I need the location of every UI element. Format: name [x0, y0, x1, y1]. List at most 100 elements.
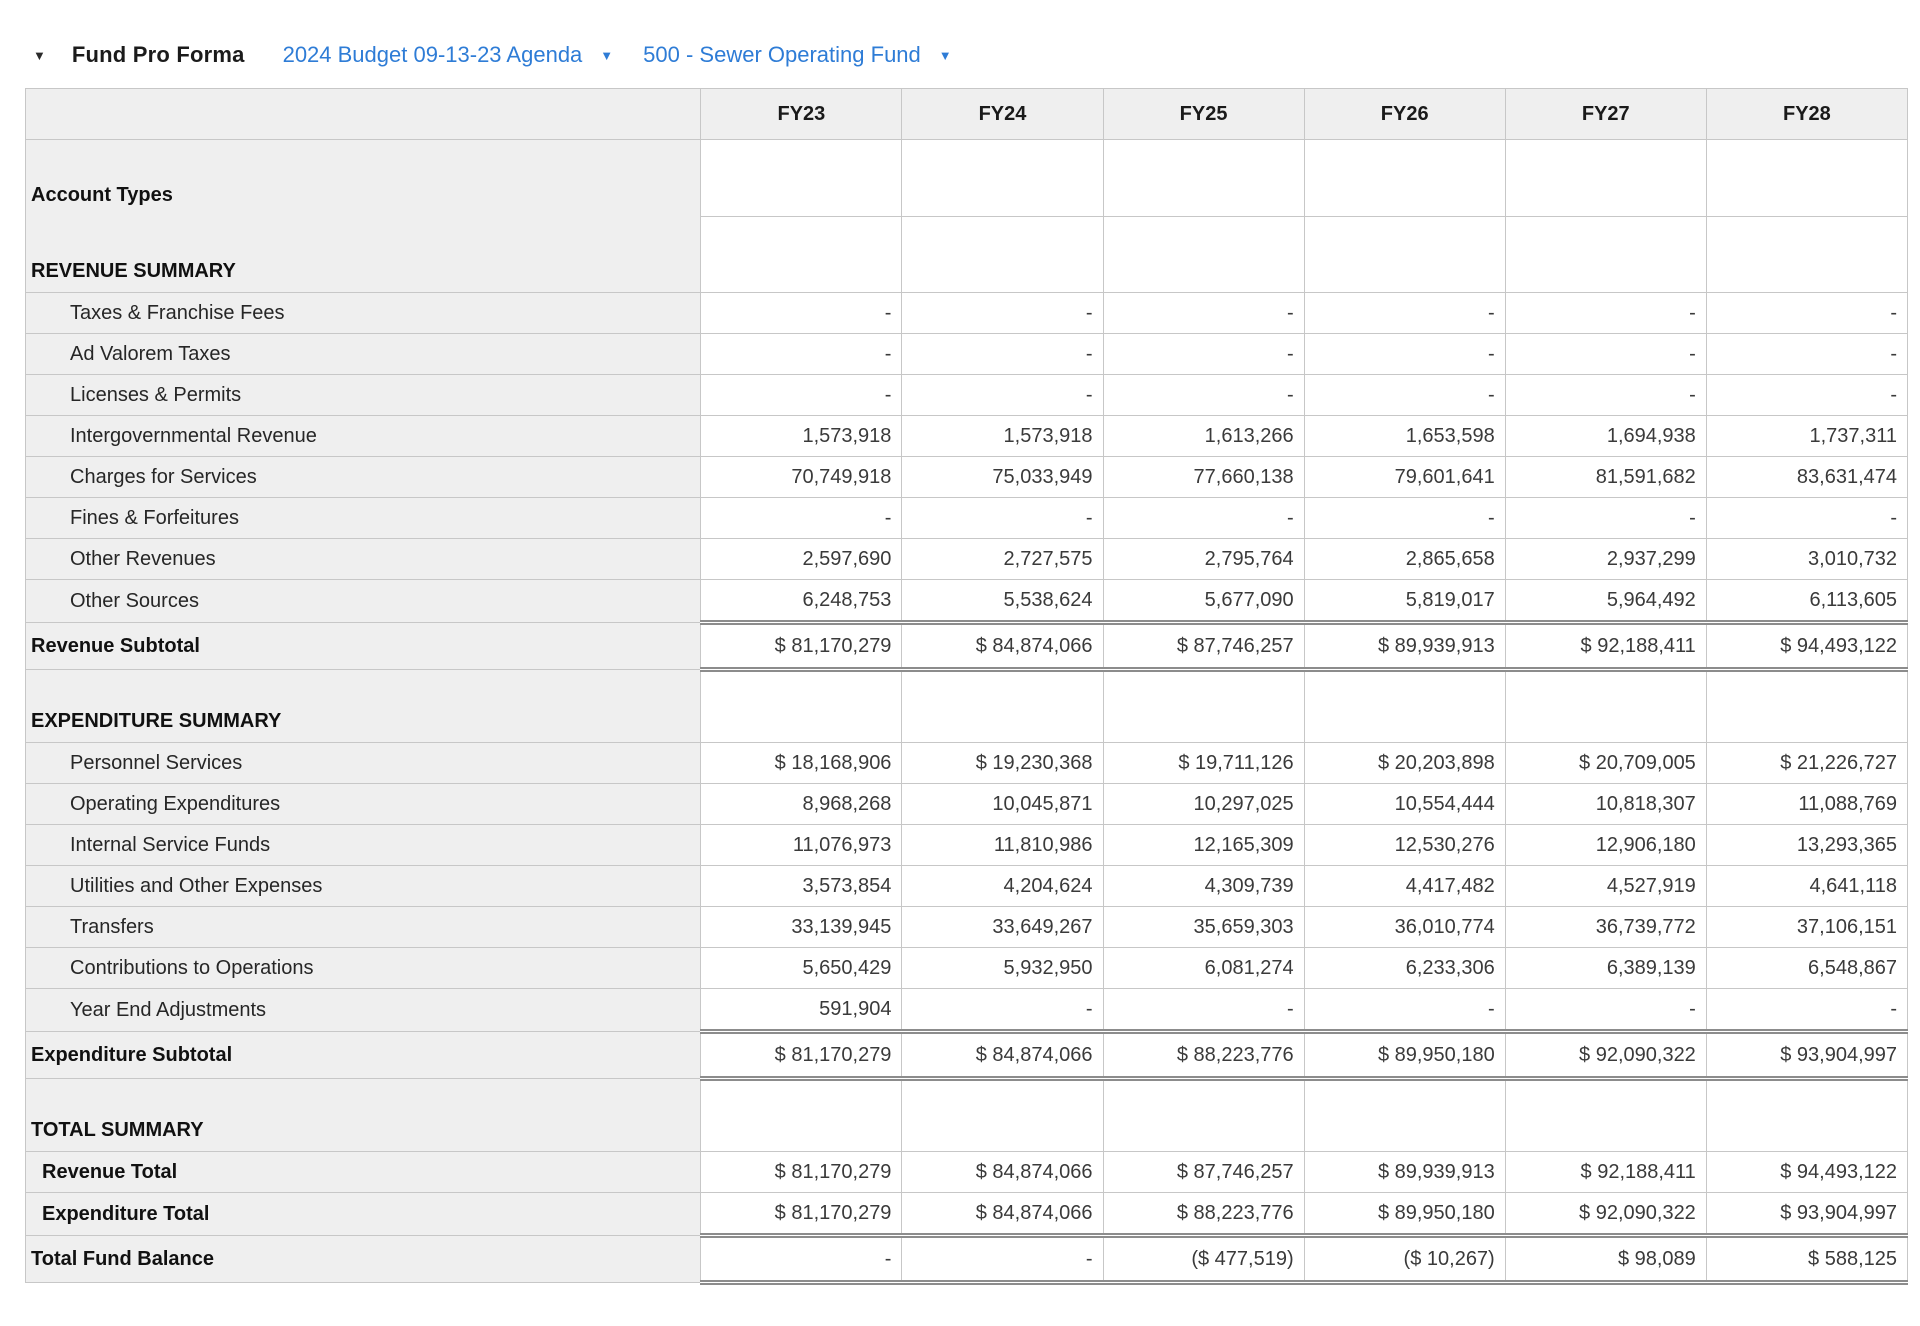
value-cell [1303, 1078, 1506, 1152]
value-cell: - [1504, 292, 1707, 334]
row-label-cell: Other Sources [24, 579, 702, 623]
page-title: Fund Pro Forma [71, 42, 245, 67]
value-cell: 4,204,624 [901, 865, 1104, 907]
value-cell: - [901, 292, 1104, 334]
row-label-cell: Transfers [24, 906, 702, 948]
value-cell [1504, 669, 1707, 743]
collapse-arrow-icon[interactable]: ▼ [33, 49, 46, 62]
value-cell: $ 81,170,279 [700, 1192, 903, 1236]
value-cell: 6,081,274 [1102, 947, 1305, 989]
value-cell [1303, 669, 1506, 743]
table-row: Expenditure Subtotal $ 81,170,279 $ 84,874… [24, 1029, 1909, 1081]
value-cell: - [1504, 497, 1707, 539]
value-cell [1303, 139, 1506, 217]
value-cell: $ 19,711,126 [1102, 742, 1305, 784]
fund-dropdown-label[interactable]: 500 - Sewer Operating Fund [643, 42, 921, 68]
row-label-cell: Taxes & Franchise Fees [24, 292, 702, 334]
budget-version-dropdown[interactable]: 2024 Budget 09-13-23 Agenda ▼ [283, 42, 614, 68]
value-cell: $ 81,170,279 [700, 1029, 903, 1081]
row-label-cell: Utilities and Other Expenses [24, 865, 702, 907]
fund-pro-forma-table-container: FY23 FY24 FY25 FY26 FY27 FY28 Account Types REV… [24, 88, 1920, 1285]
value-cell: 6,389,139 [1504, 947, 1707, 989]
row-label-cell: Other Revenues [24, 538, 702, 580]
value-cell [700, 669, 903, 743]
value-cell: - [901, 497, 1104, 539]
value-cell: 4,309,739 [1102, 865, 1305, 907]
row-label-cell: Expenditure Total [24, 1192, 702, 1236]
value-cell: $ 87,746,257 [1102, 620, 1305, 672]
value-cell: 83,631,474 [1705, 456, 1909, 498]
value-cell [1504, 139, 1707, 217]
value-cell: 10,297,025 [1102, 783, 1305, 825]
value-cell [901, 669, 1104, 743]
table-row: Year End Adjustments 591,904- - - - - [24, 988, 1909, 1032]
value-cell: 6,248,753 [700, 579, 903, 623]
value-cell: 6,548,867 [1705, 947, 1909, 989]
value-cell: - [1504, 333, 1707, 375]
row-label-cell: EXPENDITURE SUMMARY [24, 669, 702, 743]
table-row: Other Revenues 2,597,690 2,727,575 2,795,76… [24, 538, 1909, 580]
value-cell: $ 92,188,411 [1504, 620, 1707, 672]
value-cell [1102, 215, 1305, 293]
value-cell: $ 92,090,322 [1504, 1192, 1707, 1236]
value-cell: 33,139,945 [700, 906, 903, 948]
value-cell: $ 98,089 [1504, 1233, 1707, 1285]
chevron-down-icon[interactable]: ▼ [939, 49, 952, 62]
table-row: Internal Service Funds 11,076,973 11,810,9… [24, 824, 1909, 866]
chevron-down-icon[interactable]: ▼ [600, 49, 613, 62]
value-cell: 4,417,482 [1303, 865, 1506, 907]
value-cell: $ 19,230,368 [901, 742, 1104, 784]
value-cell: - [901, 374, 1104, 416]
value-cell: 6,113,605 [1705, 579, 1909, 623]
value-cell: $ 93,904,997 [1705, 1192, 1909, 1236]
value-cell: $ 84,874,066 [901, 1151, 1104, 1193]
budget-version-dropdown-label[interactable]: 2024 Budget 09-13-23 Agenda [283, 42, 583, 68]
value-cell: 79,601,641 [1303, 456, 1506, 498]
value-cell: - [1303, 292, 1506, 334]
value-cell: 3,573,854 [700, 865, 903, 907]
value-cell: 35,659,303 [1102, 906, 1305, 948]
value-cell: 77,660,138 [1102, 456, 1305, 498]
value-cell: 81,591,682 [1504, 456, 1707, 498]
value-cell: $ 81,170,279 [700, 620, 903, 672]
value-cell: 1,653,598 [1303, 415, 1506, 457]
value-cell [1504, 1078, 1707, 1152]
value-cell: 10,554,444 [1303, 783, 1506, 825]
column-header-cell: FY25 [1102, 88, 1305, 140]
value-cell: - [700, 333, 903, 375]
value-cell: $ 20,709,005 [1504, 742, 1707, 784]
value-cell [1504, 215, 1707, 293]
report-header-bar: ▼ Fund Pro Forma 2024 Budget 09-13-23 Ag… [0, 0, 1920, 70]
value-cell: 37,106,151 [1705, 906, 1909, 948]
row-label-cell: REVENUE SUMMARY [24, 216, 702, 293]
value-cell: $ 94,493,122 [1705, 620, 1909, 672]
value-cell: $ 81,170,279 [700, 1151, 903, 1193]
table-row: EXPENDITURE SUMMARY [24, 669, 1909, 743]
value-cell: $ 88,223,776 [1102, 1192, 1305, 1236]
table-row: Personnel Services $ 18,168,906 $ 19,230,3… [24, 742, 1909, 784]
value-cell [1102, 669, 1305, 743]
column-header-row: FY23 FY24 FY25 FY26 FY27 FY28 [24, 88, 1909, 140]
value-cell: 70,749,918 [700, 456, 903, 498]
column-header-cell: FY28 [1705, 88, 1909, 140]
value-cell: 12,906,180 [1504, 824, 1707, 866]
value-cell: 5,538,624 [901, 579, 1104, 623]
value-cell: 5,964,492 [1504, 579, 1707, 623]
value-cell: 1,694,938 [1504, 415, 1707, 457]
table-row: Operating Expenditures 8,968,268 10,045,87… [24, 783, 1909, 825]
value-cell: - [1303, 988, 1506, 1032]
fund-dropdown[interactable]: 500 - Sewer Operating Fund ▼ [643, 42, 951, 68]
value-cell [1705, 215, 1909, 293]
row-label-cell: Internal Service Funds [24, 824, 702, 866]
table-row: Contributions to Operations 5,650,429 5,93… [24, 947, 1909, 989]
value-cell: 5,932,950 [901, 947, 1104, 989]
value-cell: - [700, 292, 903, 334]
row-label-cell: Account Types [24, 139, 702, 216]
value-cell: 10,818,307 [1504, 783, 1707, 825]
table-row: Fines & Forfeitures - - - - - - [24, 497, 1909, 539]
table-row: Account Types [24, 139, 1909, 217]
value-cell: 5,650,429 [700, 947, 903, 989]
value-cell [901, 139, 1104, 217]
value-cell [901, 1078, 1104, 1152]
value-cell [1102, 1078, 1305, 1152]
